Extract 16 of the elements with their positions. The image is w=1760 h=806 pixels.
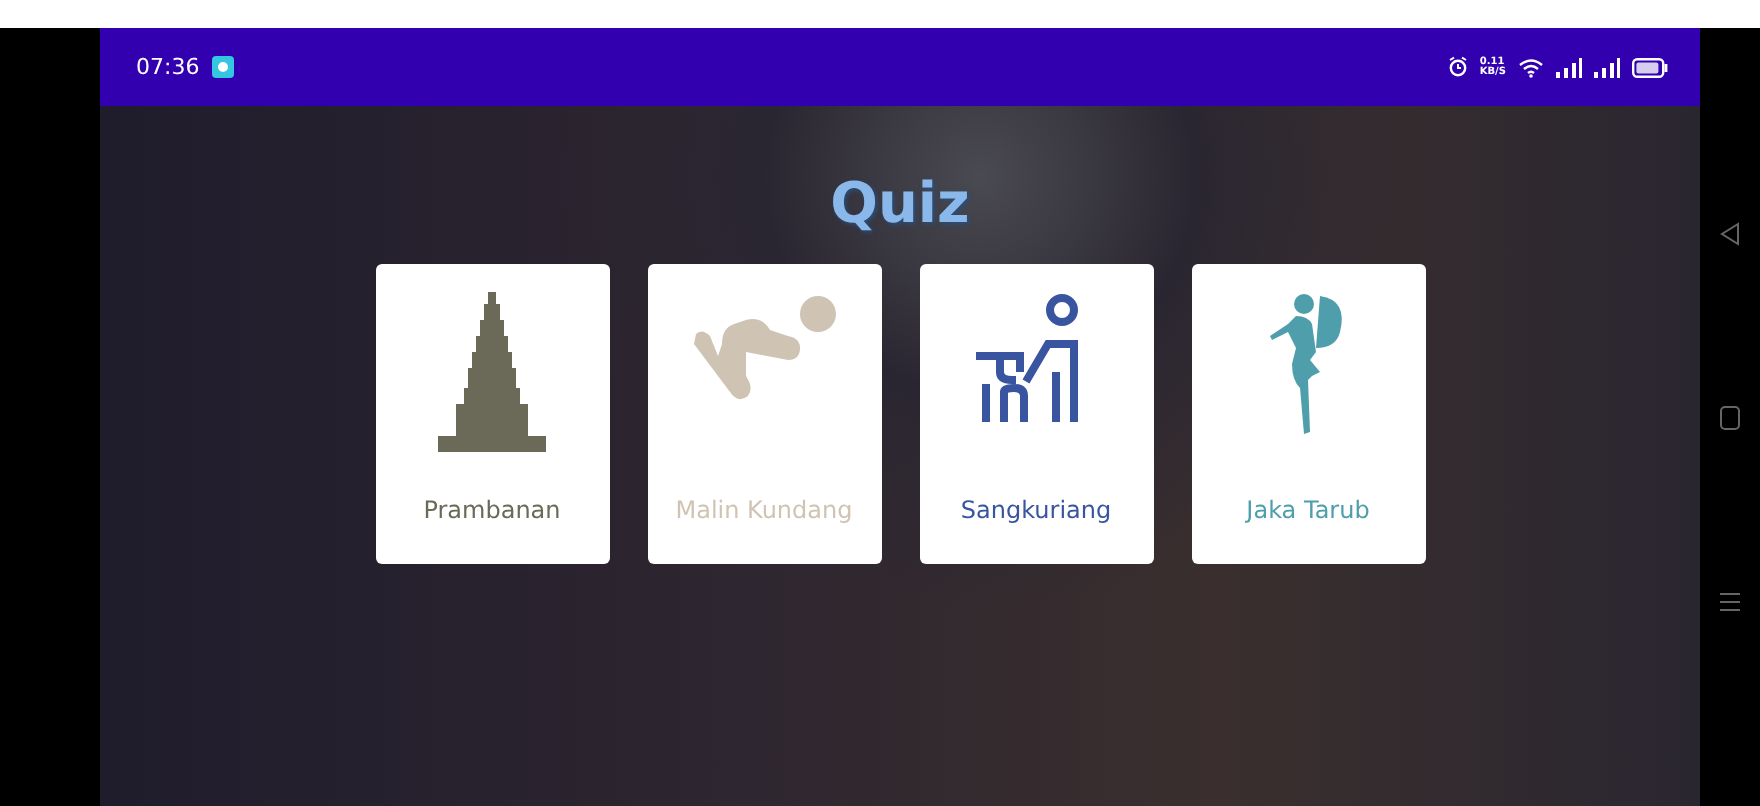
app-notification-icon [211, 56, 234, 78]
story-card[interactable]: Sangkuriang [919, 264, 1153, 564]
wifi-icon [1518, 57, 1544, 77]
fairy-silhouette-icon [1268, 292, 1348, 436]
quiz-title: Quiz [830, 170, 970, 236]
menu-nav-icon[interactable] [1720, 589, 1740, 613]
clock-time: 07:36 [136, 54, 200, 80]
temple-icon [438, 292, 546, 452]
story-card[interactable]: Jaka Tarub [1191, 264, 1425, 564]
alarm-icon [1447, 56, 1468, 78]
signal-icon [1556, 57, 1582, 77]
story-card[interactable]: Prambanan [375, 264, 609, 564]
signal-icon [1594, 57, 1620, 77]
battery-icon [1632, 57, 1668, 77]
home-nav-icon[interactable] [1720, 405, 1740, 429]
back-nav-icon[interactable] [1720, 221, 1740, 245]
